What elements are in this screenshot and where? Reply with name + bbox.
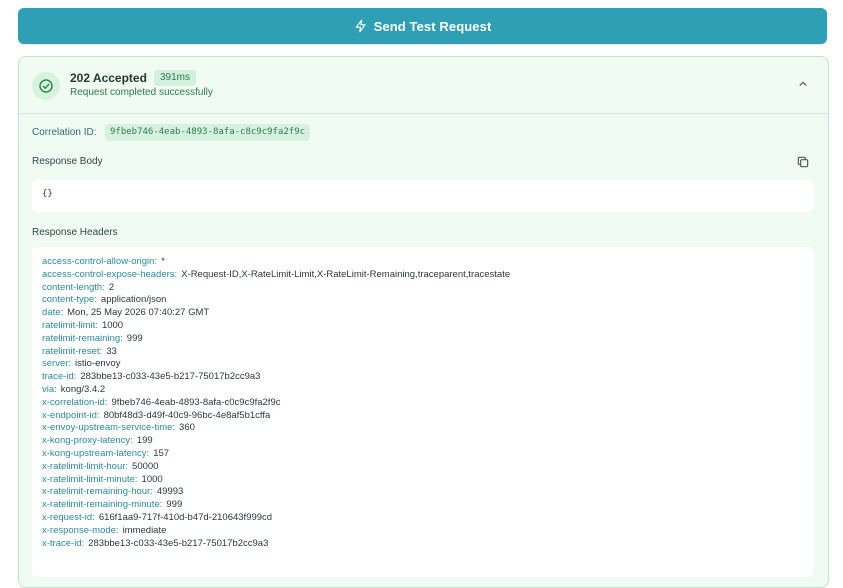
header-value: 1000 (141, 473, 163, 485)
chevron-up-icon[interactable] (796, 77, 810, 91)
header-key: x-trace-id: (42, 537, 85, 549)
header-value: X-Request-ID,X-RateLimit-Limit,X-RateLim… (181, 268, 511, 280)
send-test-request-button[interactable]: Send Test Request (18, 8, 827, 44)
header-row: content-type: application/json (42, 294, 510, 307)
header-key: x-request-id: (42, 511, 95, 523)
status-message: Request completed successfully (70, 87, 213, 98)
header-value: * (161, 256, 165, 267)
header-value: istio-envoy (75, 358, 121, 370)
header-row: x-ratelimit-remaining-minute: 999 (42, 499, 510, 512)
header-row: x-ratelimit-limit-minute: 1000 (42, 474, 510, 487)
header-value: Mon, 25 May 2026 07:40:27 GMT (67, 307, 210, 319)
header-key: x-ratelimit-limit-minute: (42, 473, 138, 485)
header-key: content-length: (42, 281, 105, 293)
header-row: date: Mon, 25 May 2026 07:40:27 GMT (42, 307, 510, 320)
header-key: x-correlation-id: (42, 396, 108, 408)
header-key: access-control-expose-headers: (42, 268, 178, 280)
header-value: 9fbeb746-4eab-4893-8afa-c0c9c9fa2f9c (111, 396, 281, 408)
header-row: trace-id: 283bbe13-c033-43e5-b217-75017b2… (42, 371, 510, 384)
response-headers-label: Response Headers (32, 227, 118, 238)
correlation-id-label: Correlation ID: (32, 127, 97, 138)
header-key: x-response-mode: (42, 524, 119, 536)
header-key: x-endpoint-id: (42, 409, 100, 421)
header-row: x-kong-upstream-latency: 157 (42, 448, 510, 461)
lightning-icon (354, 19, 368, 33)
header-key: x-kong-proxy-latency: (42, 435, 133, 447)
header-row: content-length: 2 (42, 282, 510, 295)
send-test-request-label: Send Test Request (373, 18, 492, 34)
header-value: 50000 (132, 460, 159, 472)
copy-icon[interactable] (796, 155, 810, 169)
correlation-id-value: 9fbeb746-4eab-4893-8afa-c8c9c9fa2f9c (105, 124, 311, 141)
header-row: x-ratelimit-limit-hour: 50000 (42, 461, 510, 474)
header-value: 199 (136, 435, 153, 447)
response-headers-box: access-control-allow-origin: * access-cont… (32, 247, 814, 577)
header-value: 283bbe13-c033-43e5-b217-75017b2cc9a3 (80, 371, 261, 383)
header-value: 360 (179, 422, 195, 434)
header-value: 283bbe13-c033-43e5-b217-75017b2cc9a3 (88, 537, 269, 549)
header-row: ratelimit-remaining: 999 (42, 333, 510, 346)
header-value: 80bf48d3-d49f-40c9-96bc-4e8af5b1cffa (103, 409, 271, 421)
response-body-box: {} (32, 180, 814, 212)
response-header[interactable]: 202 Accepted 391ms Request completed suc… (19, 57, 828, 114)
header-row: x-endpoint-id: 80bf48d3-d49f-40c9-96bc-4e… (42, 410, 510, 423)
header-key: x-ratelimit-remaining-minute: (42, 499, 163, 511)
header-key: access-control-allow-origin: (42, 256, 158, 267)
header-row: via: kong/3.4.2 (42, 384, 510, 397)
header-value: 999 (166, 499, 183, 511)
response-body-text: {} (42, 189, 53, 199)
header-value: kong/3.4.2 (60, 383, 106, 395)
header-key: ratelimit-remaining: (42, 332, 123, 344)
header-value: immediate (122, 524, 167, 536)
header-key: x-kong-upstream-latency: (42, 447, 150, 459)
header-key: ratelimit-reset: (42, 345, 103, 357)
header-key: ratelimit-limit: (42, 319, 98, 331)
header-key: x-envoy-upstream-service-time: (42, 422, 176, 434)
header-value: 157 (153, 447, 170, 459)
header-row: x-kong-proxy-latency: 199 (42, 435, 510, 448)
response-panel: 202 Accepted 391ms Request completed suc… (18, 56, 829, 588)
header-row: server: istio-envoy (42, 358, 510, 371)
header-row: x-ratelimit-remaining-hour: 49993 (42, 486, 510, 499)
header-row: x-trace-id: 283bbe13-c033-43e5-b217-75017… (42, 538, 510, 551)
header-value: 616f1aa9-717f-410d-b47d-210643f999cd (98, 511, 273, 523)
header-key: date: (42, 307, 64, 319)
header-row: ratelimit-limit: 1000 (42, 320, 510, 333)
header-key: via: (42, 383, 57, 395)
header-row: x-request-id: 616f1aa9-717f-410d-b47d-210… (42, 512, 510, 525)
latency-badge: 391ms (154, 70, 197, 86)
header-key: server: (42, 358, 72, 370)
status-code: 202 Accepted (70, 71, 147, 85)
check-circle-icon (32, 72, 60, 100)
header-value: 2 (108, 281, 115, 293)
header-row: x-response-mode: immediate (42, 525, 510, 538)
header-key: x-ratelimit-limit-hour: (42, 460, 129, 472)
header-value: 33 (106, 345, 117, 357)
header-key: trace-id: (42, 371, 77, 383)
response-body-label: Response Body (32, 156, 103, 167)
header-value: 1000 (101, 319, 124, 331)
header-list: access-control-allow-origin: * access-cont… (42, 256, 510, 550)
header-key: content-type: (42, 294, 97, 306)
header-value: 999 (126, 332, 143, 344)
header-value: application/json (100, 294, 167, 306)
header-key: x-ratelimit-remaining-hour: (42, 486, 153, 498)
header-row: x-envoy-upstream-service-time: 360 (42, 422, 510, 435)
header-row: ratelimit-reset: 33 (42, 346, 510, 359)
header-row: access-control-expose-headers: X-Request-… (42, 269, 510, 282)
header-row: x-correlation-id: 9fbeb746-4eab-4893-8afa… (42, 397, 510, 410)
header-row: access-control-allow-origin: * (42, 256, 510, 269)
header-value: 49993 (156, 486, 184, 498)
